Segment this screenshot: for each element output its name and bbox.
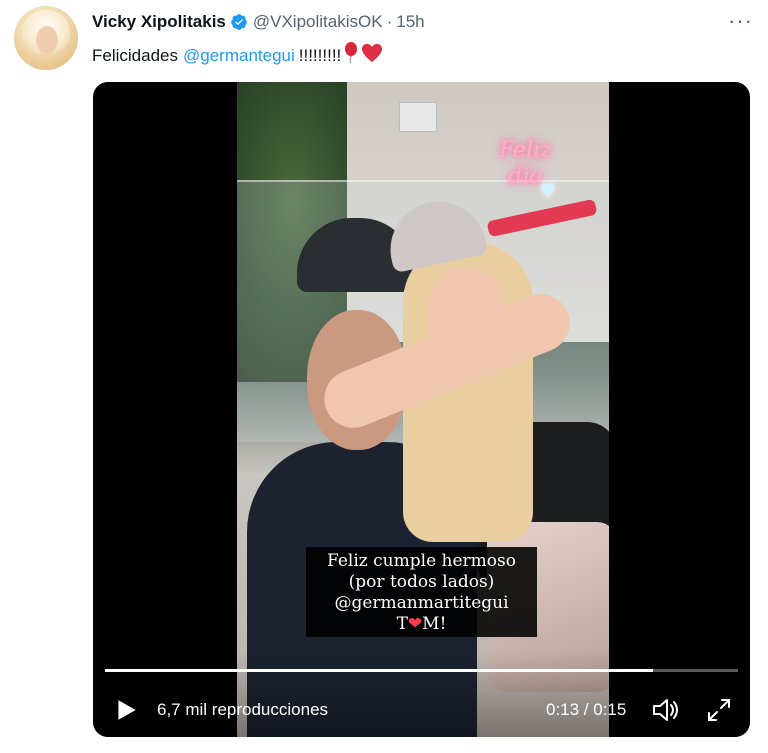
neon-sign-line-2: día	[508, 164, 543, 189]
progress-fill	[105, 669, 654, 672]
tweet-text-prefix: Felicidades	[92, 45, 178, 65]
caption-line-3: @germanmartitegui	[334, 593, 509, 613]
avatar[interactable]	[14, 6, 78, 70]
mention-link[interactable]: @germantegui	[183, 46, 295, 66]
air-conditioner	[399, 102, 437, 132]
time-readout: 0:13 / 0:15	[546, 700, 627, 719]
view-count: 6,7 mil reproducciones	[157, 700, 329, 719]
more-options-icon[interactable]: ···	[728, 8, 753, 34]
neon-sign-line-1: Feliz	[499, 138, 552, 163]
caption-line-1: Feliz cumple hermoso	[327, 551, 516, 571]
volume-icon[interactable]	[651, 696, 681, 724]
balloon-emoji	[344, 42, 358, 69]
caption-line-2: (por todos lados)	[348, 572, 495, 592]
heart-icon	[362, 43, 383, 63]
balloon-icon	[345, 42, 358, 64]
tweet[interactable]: Vicky Xipolitakis @VXipolitakisOK · 15h …	[0, 0, 768, 753]
tweet-text-suffix: !!!!!!!!!	[298, 45, 342, 65]
video-frame: Feliz día ♥	[237, 82, 609, 737]
caption-line-4-post: M!	[422, 614, 447, 634]
tweet-header: Vicky Xipolitakis @VXipolitakisOK · 15h	[92, 12, 425, 32]
avatar-face	[36, 26, 58, 54]
play-icon[interactable]	[113, 697, 139, 723]
timestamp[interactable]: 15h	[396, 12, 424, 32]
progress-bar[interactable]	[105, 669, 738, 672]
player-controls: 6,7 mil reproducciones 0:13 / 0:15	[93, 652, 750, 737]
fullscreen-icon[interactable]	[705, 696, 733, 724]
separator-dot: ·	[386, 12, 393, 31]
caption-heart-icon: ❤	[407, 614, 423, 634]
video-player[interactable]: Feliz día ♥ Feliz cumple hermoso (por to…	[93, 82, 750, 737]
caption-line-4: T❤M!	[306, 614, 537, 635]
tweet-text: Felicidades @germantegui !!!!!!!!!	[92, 42, 383, 69]
neon-heart-icon: ♥	[540, 174, 556, 204]
heart-emoji	[361, 43, 383, 68]
verified-badge-icon	[230, 14, 247, 30]
display-name[interactable]: Vicky Xipolitakis	[92, 12, 226, 32]
caption-line-4-pre: T	[396, 614, 408, 634]
handle[interactable]: @VXipolitakisOK	[253, 12, 383, 32]
story-caption: Feliz cumple hermoso (por todos lados) @…	[306, 547, 537, 637]
